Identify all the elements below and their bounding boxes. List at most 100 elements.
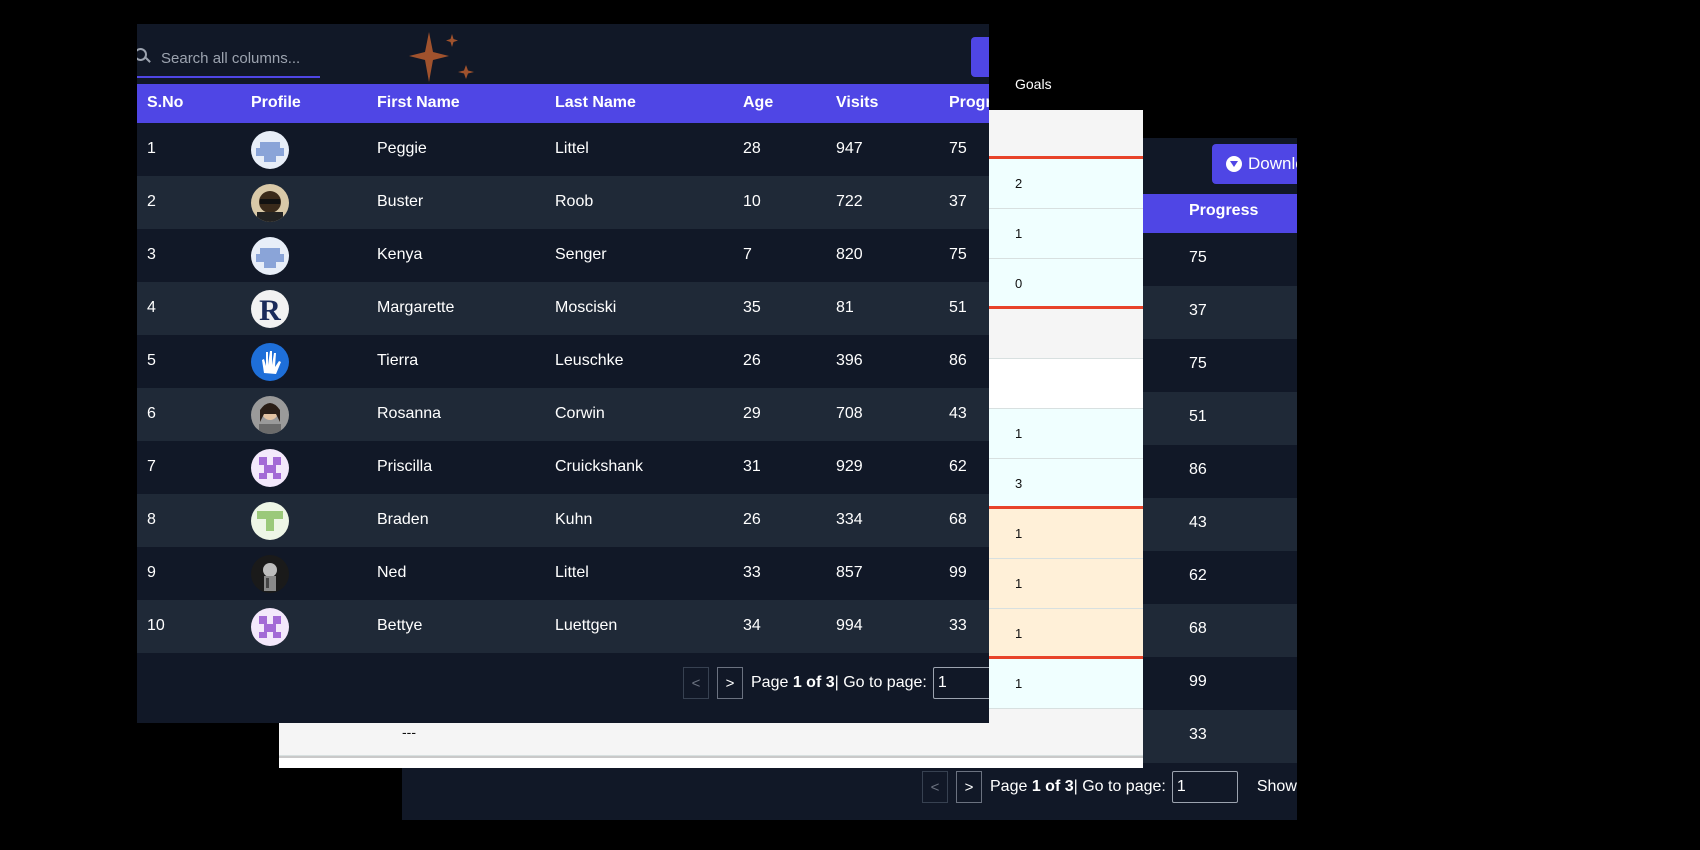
goals-column-header: Goals — [1015, 76, 1052, 92]
sno-cell: 4 — [147, 299, 156, 316]
prev-page-button[interactable]: < — [683, 667, 709, 699]
visits-cell: 994 — [836, 617, 863, 634]
visits-cell: 722 — [836, 193, 863, 210]
download-button[interactable]: Downlo — [1212, 144, 1297, 184]
first-name-cell: Braden — [377, 511, 429, 528]
first-name-cell: Ned — [377, 564, 407, 581]
progress-cell: 51 — [949, 299, 967, 316]
first-name-cell: Kenya — [377, 246, 423, 263]
first-name-cell: Rosanna — [377, 405, 442, 422]
progress-cell: 37 — [949, 193, 967, 210]
last-name-cell: Littel — [555, 564, 589, 581]
first-name-cell: Tierra — [377, 352, 419, 369]
progress-cell: 86 — [1189, 461, 1207, 478]
progress-cell: 75 — [1189, 249, 1207, 266]
sno-cell: 5 — [147, 352, 156, 369]
avatar — [251, 343, 289, 381]
goto-page-input[interactable] — [932, 667, 989, 699]
column-header-progress[interactable]: Progr — [949, 94, 989, 112]
next-page-button[interactable]: > — [717, 667, 743, 699]
sno-cell: 1 — [147, 140, 156, 157]
goals-footer-value: --- — [402, 724, 416, 740]
table-row[interactable]: 5 Tierra Leuschke 26 396 86 — [137, 335, 989, 388]
table-row[interactable]: 4 Margarette Mosciski 35 81 51 R — [137, 282, 989, 335]
goals-cell: 1 — [1015, 576, 1023, 591]
sparkle-icon — [409, 32, 474, 82]
table-row[interactable]: 2 Buster Roob 10 722 37 — [137, 176, 989, 229]
sno-cell: 9 — [147, 564, 156, 581]
progress-cell: 37 — [1189, 302, 1207, 319]
column-header-sno[interactable]: S.No — [147, 94, 183, 112]
age-cell: 29 — [743, 405, 761, 422]
search-input[interactable] — [159, 44, 323, 72]
goals-cell: 1 — [1015, 626, 1023, 641]
progress-cell: 75 — [949, 246, 967, 263]
column-header-first-name[interactable]: First Name — [377, 94, 460, 112]
first-name-cell: Buster — [377, 193, 424, 210]
search-box[interactable] — [137, 38, 323, 78]
last-name-cell: Luettgen — [555, 617, 618, 634]
age-cell: 31 — [743, 458, 761, 475]
avatar — [251, 555, 289, 593]
progress-cell: 62 — [949, 458, 967, 475]
table-row[interactable]: 7 Priscilla Cruickshank 31 929 62 — [137, 441, 989, 494]
avatar — [251, 131, 289, 169]
page-indicator: 1 of 3 — [1031, 778, 1074, 795]
avatar — [251, 184, 289, 222]
last-name-cell: Cruickshank — [555, 458, 644, 475]
progress-cell: 68 — [949, 511, 967, 528]
table-row[interactable]: 6 Rosanna Corwin 29 708 43 — [137, 388, 989, 441]
progress-column-header[interactable]: Progress — [1189, 202, 1258, 220]
visits-cell: 947 — [836, 140, 863, 157]
visits-cell: 708 — [836, 405, 863, 422]
search-icon — [137, 48, 147, 61]
goals-cell: 2 — [1015, 176, 1023, 191]
avatar — [251, 449, 289, 487]
page-prefix: Page — [990, 778, 1028, 795]
front-table-window: S.No Profile First Name Last Name Age Vi… — [137, 24, 989, 723]
age-cell: 26 — [743, 352, 761, 369]
age-cell: 7 — [743, 246, 752, 263]
goto-page-input[interactable] — [1171, 771, 1238, 803]
visits-cell: 396 — [836, 352, 863, 369]
back-pagination: < > Page 1 of 3 | Go to page: Show 1 — [922, 770, 1297, 804]
visits-cell: 334 — [836, 511, 863, 528]
goals-cell: 1 — [1015, 226, 1023, 241]
table-row[interactable]: 3 Kenya Senger 7 820 75 — [137, 229, 989, 282]
sno-cell: 3 — [147, 246, 156, 263]
age-cell: 26 — [743, 511, 761, 528]
progress-cell: 43 — [1189, 514, 1207, 531]
prev-page-button[interactable]: < — [922, 771, 948, 803]
table-header: S.No Profile First Name Last Name Age Vi… — [137, 84, 989, 123]
sno-cell: 10 — [147, 617, 165, 634]
front-pagination: < > Page 1 of 3 | Go to page: — [683, 666, 989, 700]
sno-cell: 7 — [147, 458, 156, 475]
age-cell: 34 — [743, 617, 761, 634]
column-header-last-name[interactable]: Last Name — [555, 94, 636, 112]
column-header-profile[interactable]: Profile — [251, 94, 301, 112]
column-header-age[interactable]: Age — [743, 94, 773, 112]
visits-cell: 81 — [836, 299, 854, 316]
next-page-button[interactable]: > — [956, 771, 982, 803]
age-cell: 10 — [743, 193, 761, 210]
table-row[interactable]: 10 Bettye Luettgen 34 994 33 — [137, 600, 989, 653]
svg-text:R: R — [259, 294, 281, 327]
table-row[interactable]: 9 Ned Littel 33 857 99 — [137, 547, 989, 600]
toolbar-button-partial[interactable] — [971, 37, 989, 77]
age-cell: 28 — [743, 140, 761, 157]
page-prefix: Page — [751, 674, 789, 691]
goals-cell: 0 — [1015, 276, 1023, 291]
avatar — [251, 608, 289, 646]
table-row[interactable]: 1 Peggie Littel 28 947 75 — [137, 123, 989, 176]
last-name-cell: Mosciski — [555, 299, 617, 316]
progress-cell: 99 — [949, 564, 967, 581]
show-page-size-label[interactable]: Show 1 — [1257, 778, 1297, 796]
goals-cell: 1 — [1015, 426, 1023, 441]
table-row[interactable]: 8 Braden Kuhn 26 334 68 — [137, 494, 989, 547]
progress-cell: 99 — [1189, 673, 1207, 690]
goals-cell: 1 — [1015, 676, 1023, 691]
avatar — [251, 502, 289, 540]
age-cell: 33 — [743, 564, 761, 581]
column-header-visits[interactable]: Visits — [836, 94, 878, 112]
progress-cell: 62 — [1189, 567, 1207, 584]
